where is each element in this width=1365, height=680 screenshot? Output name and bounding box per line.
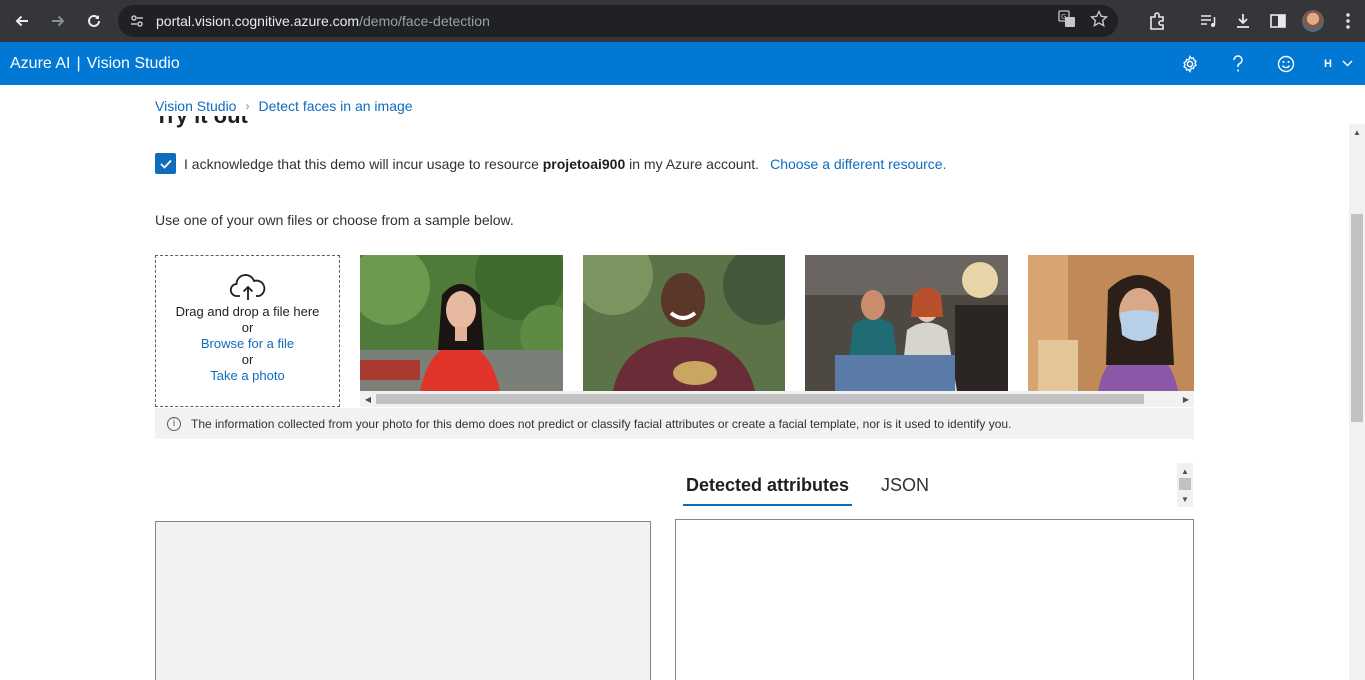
scrollbar-thumb[interactable] xyxy=(1179,478,1191,490)
privacy-notice-text: The information collected from your phot… xyxy=(191,416,1012,431)
translate-icon[interactable]: G xyxy=(1058,9,1076,33)
chevron-down-icon xyxy=(1342,60,1353,67)
browser-menu-icon[interactable] xyxy=(1330,0,1365,42)
help-icon[interactable] xyxy=(1214,42,1262,85)
url-text: portal.vision.cognitive.azure.com/demo/f… xyxy=(156,13,490,29)
brand-separator: | xyxy=(76,54,81,72)
downloads-icon[interactable] xyxy=(1225,0,1260,42)
forward-icon[interactable] xyxy=(40,0,76,42)
app-header: Azure AI | Vision Studio H xyxy=(0,42,1365,85)
info-icon: i xyxy=(167,416,181,431)
side-panel-icon[interactable] xyxy=(1260,0,1295,42)
breadcrumb-current-link[interactable]: Detect faces in an image xyxy=(258,98,412,114)
breadcrumb-chevron-icon: › xyxy=(245,99,250,113)
take-photo-link[interactable]: Take a photo xyxy=(156,368,339,384)
feedback-smiley-icon[interactable] xyxy=(1262,42,1310,85)
image-preview-pane xyxy=(155,521,651,680)
privacy-notice: i The information collected from your ph… xyxy=(155,408,1194,439)
product-name: Vision Studio xyxy=(86,54,180,72)
scroll-up-icon[interactable]: ▲ xyxy=(1177,465,1193,477)
back-icon[interactable] xyxy=(4,0,40,42)
result-tabs: Detected attributes JSON xyxy=(683,465,958,506)
site-settings-icon[interactable] xyxy=(118,13,156,29)
account-menu[interactable]: H xyxy=(1310,42,1365,85)
brand-name: Azure AI xyxy=(10,54,71,72)
acknowledge-checkbox[interactable] xyxy=(155,153,176,174)
page-content: Try it out Vision Studio › Detect faces … xyxy=(0,85,1349,680)
or-text: or xyxy=(241,320,254,335)
or-text: or xyxy=(241,352,254,367)
settings-gear-icon[interactable] xyxy=(1166,42,1214,85)
upload-instructions: Use one of your own files or choose from… xyxy=(155,212,514,228)
tab-json[interactable]: JSON xyxy=(878,465,932,506)
scroll-up-icon[interactable]: ▲ xyxy=(1349,124,1365,140)
extensions-icon[interactable] xyxy=(1139,0,1174,42)
drag-drop-text: Drag and drop a file here xyxy=(175,304,320,319)
results-pane xyxy=(675,519,1194,680)
sample-images-strip xyxy=(360,255,1194,391)
scroll-left-icon[interactable]: ◀ xyxy=(360,391,376,407)
sample-image-4[interactable] xyxy=(1028,255,1194,391)
svg-text:G: G xyxy=(1061,13,1066,21)
page-scrollbar[interactable]: ▲ xyxy=(1349,124,1365,680)
user-initial: H xyxy=(1324,57,1332,70)
sample-strip-scrollbar[interactable]: ◀ ▶ xyxy=(360,391,1194,407)
acknowledge-text-after: in my Azure account. xyxy=(629,155,760,172)
scroll-down-icon[interactable]: ▼ xyxy=(1177,493,1193,505)
media-controls-icon[interactable] xyxy=(1190,0,1225,42)
breadcrumb-home-link[interactable]: Vision Studio xyxy=(155,98,236,114)
breadcrumb: Vision Studio › Detect faces in an image xyxy=(155,96,413,116)
sample-image-1[interactable] xyxy=(360,255,563,391)
checkmark-icon xyxy=(159,159,172,169)
cloud-upload-icon xyxy=(156,272,339,304)
acknowledge-text-before: I acknowledge that this demo will incur … xyxy=(184,155,539,172)
file-dropzone[interactable]: Drag and drop a file here or Browse for … xyxy=(155,255,340,407)
scrollbar-thumb[interactable] xyxy=(376,394,1144,404)
bookmark-star-icon[interactable] xyxy=(1089,9,1109,33)
resource-name: projetoai900 xyxy=(542,155,626,172)
reload-icon[interactable] xyxy=(76,0,112,42)
tabs-scrollbar[interactable]: ▲ ▼ xyxy=(1177,463,1193,507)
acknowledge-row: I acknowledge that this demo will incur … xyxy=(155,153,946,174)
scroll-right-icon[interactable]: ▶ xyxy=(1178,391,1194,407)
app-brand[interactable]: Azure AI | Vision Studio xyxy=(10,55,180,73)
url-host: portal.vision.cognitive.azure.com xyxy=(156,13,360,29)
tab-detected-attributes[interactable]: Detected attributes xyxy=(683,465,853,506)
browser-toolbar: portal.vision.cognitive.azure.com/demo/f… xyxy=(0,0,1365,42)
profile-avatar[interactable] xyxy=(1295,0,1330,42)
url-path: /demo/face-detection xyxy=(359,13,490,29)
sample-image-2[interactable] xyxy=(583,255,785,391)
browse-file-link[interactable]: Browse for a file xyxy=(156,336,339,352)
address-bar[interactable]: portal.vision.cognitive.azure.com/demo/f… xyxy=(118,5,1118,37)
sample-image-3[interactable] xyxy=(805,255,1008,391)
choose-resource-link[interactable]: Choose a different resource. xyxy=(770,156,946,172)
scrollbar-thumb[interactable] xyxy=(1351,214,1363,422)
